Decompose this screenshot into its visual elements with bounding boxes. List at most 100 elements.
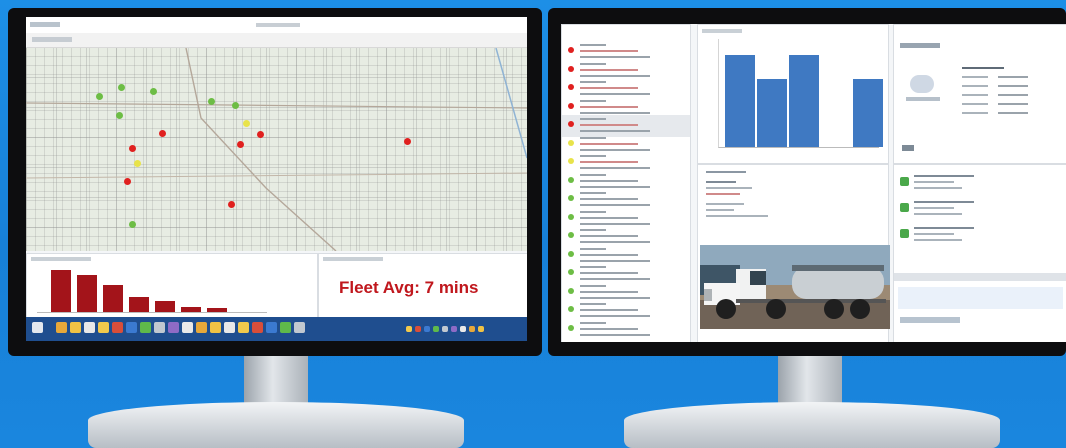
bar-chart-panel — [697, 24, 889, 164]
map-pin[interactable] — [150, 88, 157, 95]
taskbar-app-icon[interactable] — [168, 322, 179, 333]
list-text-line — [580, 111, 650, 114]
map-pin[interactable] — [116, 112, 123, 119]
list-text-line — [580, 56, 650, 58]
phone-icon[interactable] — [900, 229, 909, 238]
response-time-panel — [26, 253, 318, 319]
windows-taskbar[interactable] — [26, 317, 527, 341]
map-pin[interactable] — [228, 201, 235, 208]
contact-text-line — [914, 181, 954, 183]
map-pin[interactable] — [129, 145, 136, 152]
map-pin[interactable] — [208, 98, 215, 105]
map-pin[interactable] — [237, 141, 244, 148]
fleet-map[interactable] — [26, 48, 527, 251]
taskbar-app-icon[interactable] — [210, 322, 221, 333]
status-dot-icon — [568, 306, 574, 312]
taskbar-app-icon[interactable] — [266, 322, 277, 333]
response-time-bar — [77, 275, 97, 312]
truck-photo — [700, 245, 890, 329]
list-text-line — [580, 229, 606, 231]
left-stand-base — [88, 402, 464, 448]
status-dot-icon — [568, 250, 574, 257]
tray-icon[interactable] — [460, 326, 466, 332]
taskbar-app-icon[interactable] — [70, 322, 81, 333]
tray-icon[interactable] — [415, 326, 421, 332]
list-text-line — [580, 130, 650, 132]
activity-toolbar[interactable] — [900, 317, 960, 323]
taskbar-app-icon[interactable] — [196, 322, 207, 333]
map-pin[interactable] — [134, 160, 141, 167]
taskbar-app-icon[interactable] — [182, 322, 193, 333]
weather-detail-line — [962, 112, 988, 114]
contact-text-line — [914, 175, 974, 177]
map-pin[interactable] — [159, 130, 166, 137]
status-dot-icon — [568, 65, 574, 72]
taskbar-app-icon[interactable] — [126, 322, 137, 333]
detail-text-line — [706, 203, 744, 205]
map-pin[interactable] — [257, 131, 264, 138]
status-dot-icon — [568, 287, 574, 294]
tray-icon[interactable] — [478, 326, 484, 332]
list-text-line — [580, 284, 606, 287]
taskbar-app-icon[interactable] — [84, 322, 95, 333]
detail-text-line — [706, 187, 752, 189]
window-titlebar — [26, 17, 527, 34]
map-pin[interactable] — [96, 93, 103, 100]
list-text-line — [580, 333, 650, 336]
taskbar-app-icon[interactable] — [294, 322, 305, 333]
list-text-line — [580, 50, 638, 52]
weather-detail-line — [962, 103, 988, 105]
window-controls-icon[interactable] — [30, 22, 60, 27]
map-pin[interactable] — [118, 84, 125, 91]
tray-icon[interactable] — [442, 326, 448, 332]
taskbar-app-icon[interactable] — [252, 322, 263, 333]
contact-text-line — [914, 239, 962, 241]
activity-header — [894, 273, 1066, 281]
toolbar-button[interactable] — [32, 37, 72, 42]
tray-icon[interactable] — [406, 326, 412, 332]
map-pin[interactable] — [124, 178, 131, 185]
taskbar-app-icon[interactable] — [238, 322, 249, 333]
tray-icon[interactable] — [469, 326, 475, 332]
start-button-icon[interactable] — [32, 322, 43, 333]
map-pin[interactable] — [129, 221, 136, 228]
contact-text-line — [914, 187, 962, 189]
vehicle-list-item[interactable] — [562, 319, 690, 341]
taskbar-app-icon[interactable] — [112, 322, 123, 333]
taskbar-app-icon[interactable] — [224, 322, 235, 333]
taskbar-app-icon[interactable] — [56, 322, 67, 333]
list-text-line — [580, 321, 606, 324]
weather-toggle-icon[interactable] — [902, 145, 914, 151]
list-text-line — [580, 222, 650, 225]
tray-icon[interactable] — [424, 326, 430, 332]
list-text-line — [580, 253, 638, 256]
list-text-line — [580, 296, 650, 299]
status-dot-icon — [568, 176, 574, 183]
response-time-bar — [181, 306, 201, 312]
taskbar-app-icon[interactable] — [154, 322, 165, 333]
map-pin[interactable] — [232, 102, 239, 109]
status-dot-icon — [568, 195, 574, 201]
list-text-line — [580, 93, 650, 95]
taskbar-app-icon[interactable] — [98, 322, 109, 333]
taskbar-app-icon[interactable] — [140, 322, 151, 333]
list-text-line — [580, 259, 650, 262]
response-time-bar — [129, 296, 149, 312]
tray-icon[interactable] — [451, 326, 457, 332]
detail-text-line — [706, 171, 746, 173]
map-pin[interactable] — [404, 138, 411, 145]
contact-text-line — [914, 227, 974, 229]
taskbar-app-icon[interactable] — [280, 322, 291, 333]
list-text-line — [580, 136, 606, 139]
status-dot-icon — [568, 232, 574, 238]
weather-detail-value — [998, 103, 1028, 105]
activity-entry[interactable] — [898, 287, 1063, 309]
detail-text-line — [706, 193, 740, 195]
detail-text-line — [706, 215, 768, 217]
phone-icon[interactable] — [900, 177, 909, 186]
contacts-panel — [893, 164, 1066, 342]
status-dot-icon — [568, 324, 574, 331]
map-pin[interactable] — [243, 120, 250, 127]
phone-icon[interactable] — [900, 203, 909, 212]
tray-icon[interactable] — [433, 326, 439, 332]
